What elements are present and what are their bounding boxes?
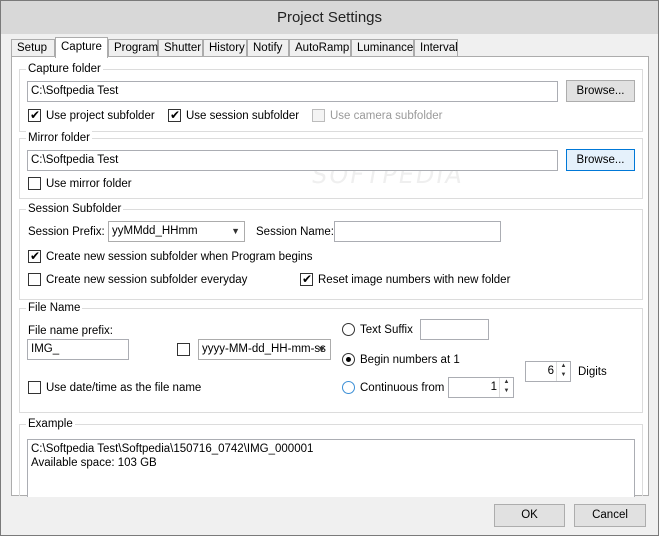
checkmark-icon: ✔ [30, 108, 41, 122]
spinner-arrows-icon[interactable]: ▲ ▼ [499, 378, 513, 397]
continuous-from-spinner[interactable]: 1 ▲ ▼ [448, 377, 514, 398]
capture-folder-path-input[interactable]: C:\Softpedia Test [27, 81, 558, 102]
tab-luminance[interactable]: Luminance [351, 39, 414, 57]
datetime-format-value: yyyy-MM-dd_HH-mm-ss [202, 343, 326, 355]
tab-program[interactable]: Program [108, 39, 158, 57]
tab-autoramp[interactable]: AutoRamp [289, 39, 351, 57]
create-everyday-checkbox[interactable] [28, 273, 41, 286]
example-group: Example C:\Softpedia Test\Softpedia\1507… [19, 417, 643, 497]
tab-shutter[interactable]: Shutter [158, 39, 203, 57]
text-suffix-label: Text Suffix [360, 324, 413, 336]
cancel-button[interactable]: Cancel [574, 504, 646, 527]
tab-notify[interactable]: Notify [247, 39, 289, 57]
capture-tab-panel: SOFTPEDIA Capture folder C:\Softpedia Te… [11, 56, 649, 497]
digits-label: Digits [578, 366, 607, 378]
create-everyday-label: Create new session subfolder everyday [46, 274, 248, 286]
reset-image-numbers-checkbox[interactable]: ✔ [300, 272, 313, 286]
window-title: Project Settings [1, 1, 658, 34]
digits-spinner[interactable]: 6 ▲ ▼ [525, 361, 571, 382]
begin-numbers-label: Begin numbers at 1 [360, 354, 460, 366]
datetime-format-select[interactable]: yyyy-MM-dd_HH-mm-ss ▼ [198, 339, 331, 360]
text-suffix-input[interactable] [420, 319, 489, 340]
use-project-subfolder-label: Use project subfolder [46, 110, 155, 122]
continuous-from-value: 1 [490, 381, 497, 393]
use-project-subfolder-checkbox[interactable]: ✔ [28, 108, 41, 122]
file-name-prefix-input[interactable]: IMG_ [27, 339, 129, 360]
begin-numbers-radio[interactable] [342, 353, 355, 366]
reset-image-numbers-label: Reset image numbers with new folder [318, 274, 511, 286]
session-subfolder-group: Session Subfolder Session Prefix: yyMMdd… [19, 202, 643, 300]
tab-setup[interactable]: Setup [11, 39, 55, 57]
session-prefix-label: Session Prefix: [28, 226, 105, 238]
spinner-arrows-icon[interactable]: ▲ ▼ [556, 362, 570, 381]
checkmark-icon: ✔ [170, 108, 181, 122]
session-name-label: Session Name: [256, 226, 334, 238]
capture-folder-group: Capture folder C:\Softpedia Test Browse.… [19, 62, 643, 132]
create-when-program-label: Create new session subfolder when Progra… [46, 251, 313, 263]
chevron-down-icon: ▼ [231, 226, 240, 236]
datetime-format-checkbox[interactable] [177, 343, 190, 356]
file-name-prefix-label: File name prefix: [28, 325, 114, 337]
session-prefix-value: yyMMdd_HHmm [112, 225, 198, 237]
continuous-from-radio[interactable] [342, 381, 355, 394]
chevron-down-icon: ▼ [317, 344, 326, 354]
use-camera-subfolder-label: Use camera subfolder [330, 110, 443, 122]
use-camera-subfolder-checkbox[interactable] [312, 109, 325, 122]
file-name-group: File Name File name prefix: IMG_ yyyy-MM… [19, 301, 643, 413]
digits-value: 6 [547, 365, 554, 377]
tab-interval[interactable]: Interval [414, 39, 458, 57]
use-session-subfolder-checkbox[interactable]: ✔ [168, 108, 181, 122]
file-name-title: File Name [26, 301, 83, 315]
mirror-folder-path-input[interactable]: C:\Softpedia Test [27, 150, 558, 171]
use-mirror-folder-label: Use mirror folder [46, 178, 132, 190]
mirror-folder-group: Mirror folder C:\Softpedia Test Browse..… [19, 131, 643, 199]
mirror-folder-browse-button[interactable]: Browse... [566, 149, 635, 171]
use-datetime-filename-label: Use date/time as the file name [46, 382, 202, 394]
radio-selected-icon [346, 357, 351, 362]
use-datetime-filename-checkbox[interactable] [28, 381, 41, 394]
capture-folder-title: Capture folder [26, 62, 103, 76]
example-title: Example [26, 417, 75, 431]
checkmark-icon: ✔ [30, 249, 41, 263]
use-session-subfolder-label: Use session subfolder [186, 110, 300, 122]
ok-button[interactable]: OK [494, 504, 565, 527]
create-when-program-checkbox[interactable]: ✔ [28, 249, 41, 263]
tab-history[interactable]: History [203, 39, 247, 57]
session-subfolder-title: Session Subfolder [26, 202, 124, 216]
example-output: C:\Softpedia Test\Softpedia\150716_0742\… [27, 439, 635, 497]
capture-folder-browse-button[interactable]: Browse... [566, 80, 635, 102]
mirror-folder-title: Mirror folder [26, 131, 92, 145]
checkmark-icon: ✔ [302, 272, 313, 286]
session-prefix-select[interactable]: yyMMdd_HHmm ▼ [108, 221, 245, 242]
project-settings-window: Project Settings Setup Capture Program S… [0, 0, 659, 536]
continuous-from-label: Continuous from [360, 382, 445, 394]
session-name-input[interactable] [334, 221, 501, 242]
use-mirror-folder-checkbox[interactable] [28, 177, 41, 190]
tab-capture[interactable]: Capture [55, 37, 108, 58]
text-suffix-radio[interactable] [342, 323, 355, 336]
